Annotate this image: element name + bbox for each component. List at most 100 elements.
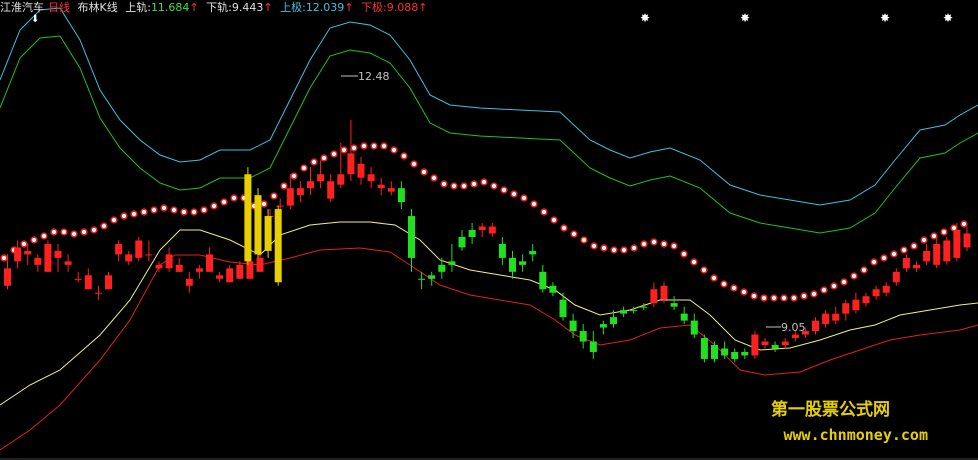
yellow-candle-body <box>254 195 262 255</box>
midline-dot <box>930 232 938 240</box>
midline-dot <box>550 216 558 224</box>
midline-dot <box>440 180 448 188</box>
stock-name: 江淮汽车 <box>0 1 44 14</box>
bollinger-kline-chart[interactable]: ✸ ✸ ✸ ✸ 12.48 9.05 ⬇ <box>0 0 978 460</box>
candle-body <box>620 310 628 314</box>
candle-body <box>933 243 941 265</box>
midline-dot <box>400 152 408 160</box>
candle-body <box>478 226 486 230</box>
midline-dot <box>830 282 838 290</box>
midline-dot <box>480 178 488 186</box>
midline-dot <box>350 144 358 152</box>
midline-dot <box>100 222 108 230</box>
candle-body <box>832 313 840 321</box>
candle-body <box>387 188 395 192</box>
midline-dot <box>410 160 418 168</box>
candle-body <box>529 250 537 255</box>
midline-dot <box>820 286 828 294</box>
candle-body <box>953 230 961 258</box>
midline-dot <box>960 220 968 228</box>
top-extreme-value: 12.039 <box>305 1 345 14</box>
candle-body <box>337 174 345 185</box>
candle-body <box>963 233 971 248</box>
candle-body <box>791 334 799 339</box>
candle-body <box>549 285 557 293</box>
midline-dot <box>290 172 298 180</box>
candle-body <box>700 338 708 359</box>
midline-dot <box>640 240 648 248</box>
candle-body <box>175 264 183 272</box>
star-icon: ✸ <box>640 11 650 25</box>
midline-dot <box>310 158 318 166</box>
midline-dot <box>680 250 688 258</box>
candle-body <box>509 257 516 272</box>
candle-body <box>135 240 143 258</box>
candle-body <box>599 324 607 328</box>
candle-body <box>862 296 870 304</box>
bottom-extreme-arrow: ↑ <box>418 1 428 14</box>
midline-dot <box>880 254 888 262</box>
midline-dot <box>750 292 758 300</box>
midline-dot <box>320 154 328 162</box>
midline-dot <box>200 206 208 214</box>
low-price-label: 9.05 <box>781 321 806 334</box>
midline-dot <box>510 190 518 198</box>
candle-body <box>377 184 385 189</box>
midline-dot <box>490 182 498 190</box>
candle-body <box>519 261 527 265</box>
midline-dot <box>280 182 288 190</box>
high-price-label: 12.48 <box>358 70 390 83</box>
midline-dot <box>620 246 628 254</box>
watermark-url: www.chnmoney.com <box>783 426 929 444</box>
candles <box>4 119 971 363</box>
midline-dot <box>180 208 188 216</box>
midline-dot <box>470 180 478 188</box>
candle-body <box>216 275 224 279</box>
midline-dot <box>530 200 538 208</box>
midline-dot <box>660 240 668 248</box>
midline-dot <box>420 168 428 176</box>
candle-body <box>751 334 759 356</box>
candle-body <box>317 174 325 182</box>
candle-body <box>761 341 769 345</box>
midline-dot <box>610 246 618 254</box>
midline-dot <box>890 250 898 258</box>
candle-body <box>428 275 436 279</box>
midline-dot <box>190 208 198 216</box>
candle-body <box>569 320 577 332</box>
candle-body <box>448 261 456 265</box>
candle-body <box>286 188 294 206</box>
upper-rail-value: 11.684 <box>150 1 190 14</box>
candle-body <box>488 226 496 234</box>
midline-dot <box>560 224 568 232</box>
midline-dot <box>30 236 38 244</box>
star-icon: ✸ <box>740 11 750 25</box>
midline-dot <box>720 280 728 288</box>
candle-body <box>610 317 617 325</box>
candle-body <box>468 230 476 237</box>
candle-body <box>4 268 11 286</box>
midline-dot <box>710 274 718 282</box>
candle-body <box>185 278 193 286</box>
midline-dot <box>140 208 148 216</box>
yellow-candle-body <box>274 209 282 283</box>
candle-body <box>145 254 153 256</box>
annotations: 12.48 9.05 <box>341 70 806 334</box>
midline-dot <box>690 258 698 266</box>
candle-body <box>24 250 32 255</box>
candle-body <box>14 247 22 262</box>
candle-body <box>115 243 123 255</box>
midline-dots <box>0 142 968 302</box>
midline-dot <box>40 232 48 240</box>
candle-body <box>650 289 658 304</box>
candle-body <box>397 188 405 203</box>
midline-dot <box>590 242 598 250</box>
candle-body <box>741 351 749 356</box>
candle-body <box>44 243 52 272</box>
candle-body <box>367 174 375 182</box>
candle-body <box>640 306 648 308</box>
candle-body <box>872 289 880 297</box>
lower-rail-value: 9.443 <box>231 1 264 14</box>
candle-body <box>155 264 163 269</box>
midline-dot <box>460 182 468 190</box>
